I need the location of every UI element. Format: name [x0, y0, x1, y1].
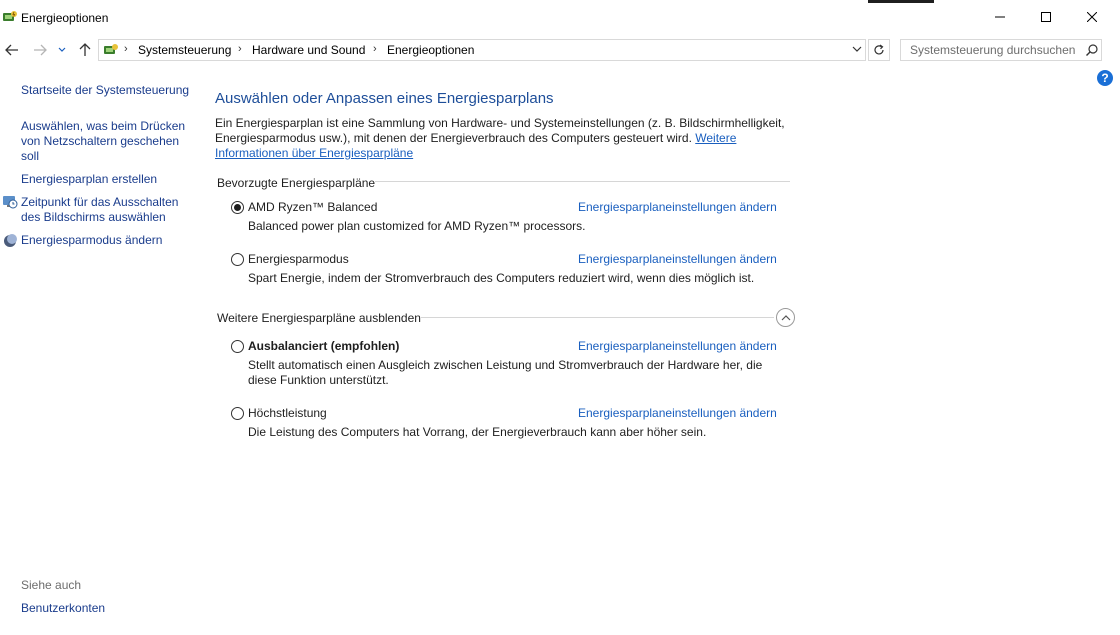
plan-radio-balanced[interactable] [231, 340, 244, 353]
plan-name[interactable]: Energiesparmodus [248, 252, 349, 266]
breadcrumb-separator: › [238, 43, 242, 55]
user-accounts-link[interactable]: Benutzerkonten [21, 601, 105, 616]
plan-description: Balanced power plan customized for AMD R… [248, 219, 586, 233]
page-title: Auswählen oder Anpassen eines Energiespa… [215, 90, 554, 107]
search-input[interactable]: Systemsteuerung durchsuchen [900, 39, 1102, 61]
refresh-icon [874, 44, 884, 55]
page-description: Ein Energiesparplan ist eine Sammlung vo… [215, 116, 790, 161]
maximize-button[interactable] [1023, 0, 1069, 34]
maximize-icon [1041, 12, 1051, 22]
plan-radio-amd-balanced[interactable] [231, 201, 244, 214]
help-icon[interactable]: ? [1097, 70, 1113, 86]
breadcrumb-item[interactable]: Hardware und Sound [252, 43, 365, 57]
plan-name[interactable]: Höchstleistung [248, 406, 327, 420]
change-plan-settings-link[interactable]: Energiesparplaneinstellungen ändern [578, 406, 777, 420]
breadcrumb-item[interactable]: Energieoptionen [387, 43, 474, 57]
forward-button[interactable] [30, 41, 50, 59]
sidebar-item-power-buttons[interactable]: Auswählen, was beim Drücken von Netzscha… [21, 119, 191, 164]
plan-name[interactable]: AMD Ryzen™ Balanced [248, 200, 377, 214]
monitor-clock-icon [3, 196, 18, 209]
plan-description: Stellt automatisch einen Ausgleich zwisc… [248, 358, 763, 387]
breadcrumb-separator: › [124, 43, 128, 55]
plan-radio-high-performance[interactable] [231, 407, 244, 420]
group-divider [421, 317, 774, 318]
recent-locations-button[interactable] [55, 41, 69, 59]
search-icon [1086, 44, 1098, 56]
breadcrumb-item[interactable]: Systemsteuerung [138, 43, 231, 57]
control-panel-home-link[interactable]: Startseite der Systemsteuerung [21, 83, 189, 98]
minimize-button[interactable] [977, 0, 1023, 34]
window-title: Energieoptionen [21, 11, 109, 25]
hide-additional-plans-heading[interactable]: Weitere Energiesparpläne ausblenden [217, 311, 421, 325]
chevron-down-icon[interactable] [851, 43, 863, 55]
plan-description: Spart Energie, indem der Stromverbrauch … [248, 271, 755, 285]
close-button[interactable] [1069, 0, 1115, 34]
title-bar-edge [868, 0, 934, 3]
group-divider [375, 181, 790, 182]
moon-icon [4, 234, 17, 247]
power-options-icon [104, 44, 118, 54]
breadcrumb-separator: › [373, 43, 377, 55]
see-also-heading: Siehe auch [21, 578, 82, 592]
change-plan-settings-link[interactable]: Energiesparplaneinstellungen ändern [578, 252, 777, 266]
sidebar-item-sleep-mode[interactable]: Energiesparmodus ändern [21, 233, 162, 248]
minimize-icon [995, 16, 1005, 18]
change-plan-settings-link[interactable]: Energiesparplaneinstellungen ändern [578, 200, 777, 214]
close-icon [1087, 12, 1097, 22]
up-button[interactable] [75, 41, 95, 59]
refresh-button[interactable] [868, 39, 890, 61]
plan-name[interactable]: Ausbalanciert (empfohlen) [248, 339, 399, 353]
change-plan-settings-link[interactable]: Energiesparplaneinstellungen ändern [578, 339, 777, 353]
arrow-up-icon [79, 43, 91, 56]
plan-description: Die Leistung des Computers hat Vorrang, … [248, 425, 707, 439]
plan-radio-power-saver[interactable] [231, 253, 244, 266]
sidebar-item-display-off[interactable]: Zeitpunkt für das Ausschalten des Bildsc… [21, 195, 191, 225]
arrow-left-icon [5, 44, 18, 56]
collapse-button[interactable] [776, 308, 795, 327]
back-button[interactable] [2, 41, 22, 59]
preferred-plans-heading: Bevorzugte Energiesparpläne [217, 176, 376, 190]
title-bar [0, 0, 1120, 35]
sidebar-item-create-plan[interactable]: Energiesparplan erstellen [21, 172, 157, 187]
arrow-right-icon [34, 44, 47, 56]
chevron-down-icon [58, 47, 66, 52]
power-options-icon [3, 11, 17, 21]
chevron-up-icon [781, 315, 790, 321]
